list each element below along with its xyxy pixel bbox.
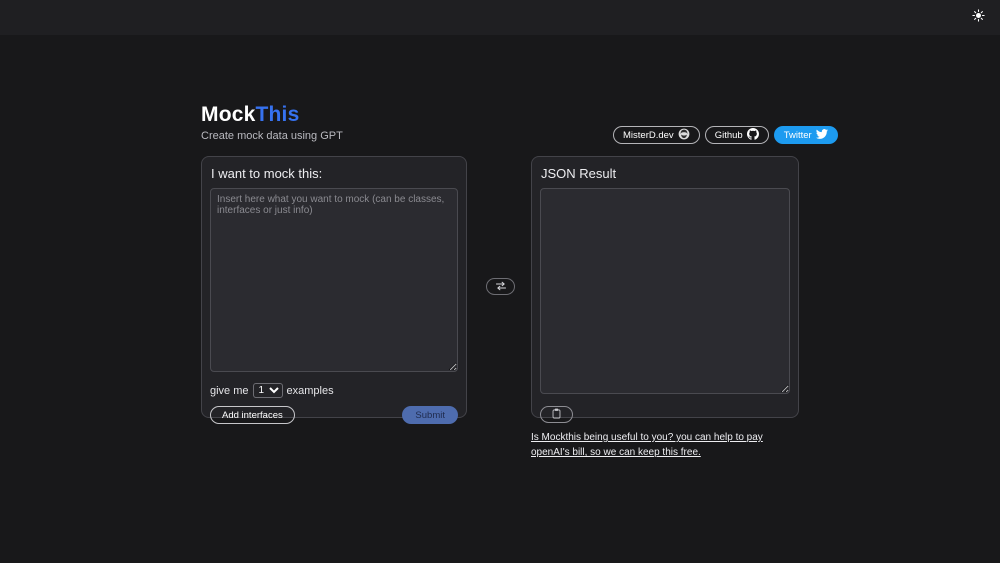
examples-suffix-label: examples bbox=[287, 385, 334, 397]
json-result-panel: JSON Result bbox=[531, 156, 799, 418]
header-nav: MisterD.dev Github Twitter bbox=[613, 126, 838, 144]
twitter-button[interactable]: Twitter bbox=[774, 126, 838, 144]
swap-panels-button[interactable] bbox=[486, 278, 515, 295]
result-panel-title: JSON Result bbox=[541, 166, 790, 181]
mock-input-panel: I want to mock this: give me 1 examples … bbox=[201, 156, 467, 418]
submit-button[interactable]: Submit bbox=[402, 406, 458, 424]
github-button[interactable]: Github bbox=[705, 126, 769, 144]
copy-row bbox=[540, 406, 790, 424]
github-label: Github bbox=[715, 130, 743, 141]
donate-link[interactable]: Is Mockthis being useful to you? you can… bbox=[531, 430, 789, 460]
add-interfaces-button[interactable]: Add interfaces bbox=[210, 406, 295, 424]
swap-arrows-icon bbox=[494, 279, 508, 294]
theme-toggle-button[interactable] bbox=[970, 9, 986, 25]
brand-block: MockThis Create mock data using GPT bbox=[201, 103, 343, 142]
page-subtitle: Create mock data using GPT bbox=[201, 130, 343, 142]
github-icon bbox=[747, 128, 759, 143]
misterd-dev-label: MisterD.dev bbox=[623, 130, 674, 141]
page-title-accent: This bbox=[255, 103, 299, 126]
twitter-icon bbox=[816, 128, 828, 143]
misterd-dev-button[interactable]: MisterD.dev bbox=[613, 126, 700, 144]
page-title: MockThis bbox=[201, 103, 343, 127]
copy-result-button[interactable] bbox=[540, 406, 573, 423]
examples-prefix-label: give me bbox=[210, 385, 249, 397]
twitter-label: Twitter bbox=[784, 130, 812, 141]
clipboard-icon bbox=[552, 407, 561, 422]
top-bar bbox=[0, 0, 1000, 35]
mock-panel-actions: Add interfaces Submit bbox=[210, 406, 458, 424]
page-title-primary: Mock bbox=[201, 103, 255, 126]
examples-row: give me 1 examples bbox=[210, 383, 458, 398]
examples-count-select[interactable]: 1 bbox=[253, 383, 283, 398]
json-result-textarea[interactable] bbox=[540, 188, 790, 394]
avatar-icon bbox=[678, 128, 690, 143]
sun-icon bbox=[972, 9, 985, 25]
mock-input-textarea[interactable] bbox=[210, 188, 458, 372]
mock-panel-title: I want to mock this: bbox=[211, 166, 458, 181]
